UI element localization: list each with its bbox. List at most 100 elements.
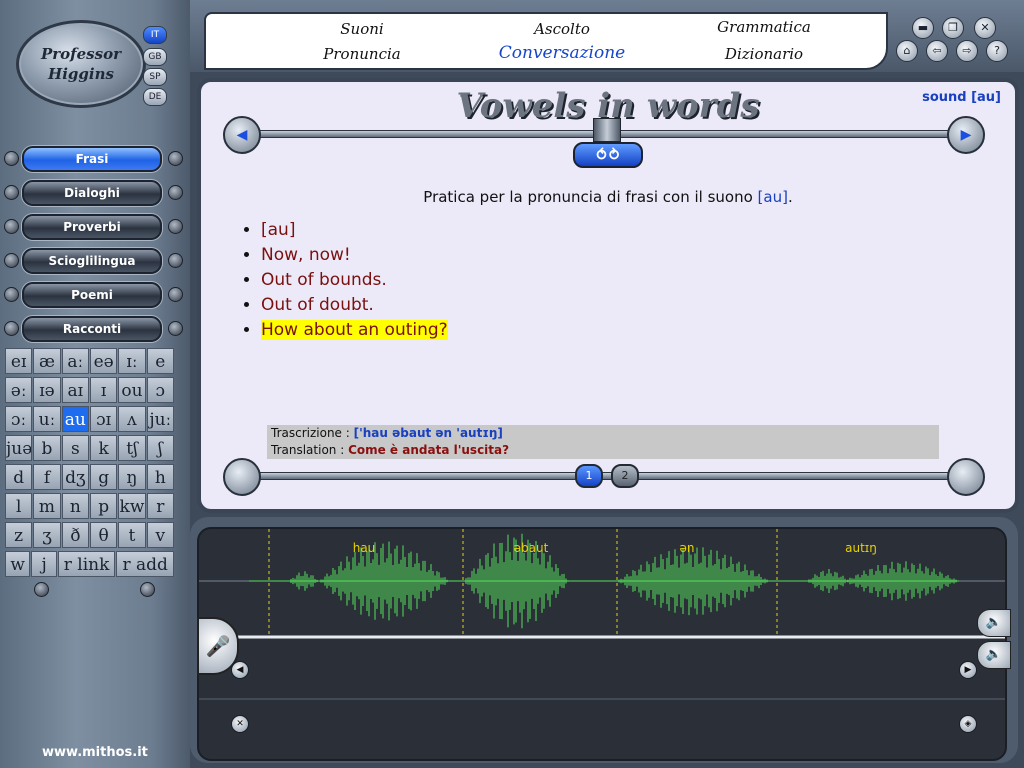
previous-arrow-icon[interactable]: ◀ bbox=[223, 116, 261, 154]
menu-suoni[interactable]: Suoni bbox=[340, 20, 383, 38]
zoom-in-icon[interactable]: ◈ bbox=[959, 715, 977, 733]
list-item[interactable]: Out of bounds. bbox=[261, 268, 448, 293]
phoneme-button[interactable]: ɪː bbox=[118, 348, 146, 374]
phoneme-row: eɪ æ aː eə ɪː e bbox=[5, 348, 175, 374]
screw-icon bbox=[4, 151, 19, 166]
list-item[interactable]: Now, now! bbox=[261, 243, 448, 268]
phoneme-button[interactable]: eə bbox=[89, 348, 118, 374]
phoneme-button[interactable]: h bbox=[146, 464, 174, 490]
logo-line-2: Higgins bbox=[48, 65, 114, 83]
phoneme-button[interactable]: k bbox=[89, 435, 118, 461]
phoneme-row: ɔː uː au ɔɪ ʌ juː bbox=[5, 406, 175, 432]
forward-icon[interactable]: ⇨ bbox=[956, 40, 978, 62]
phoneme-button[interactable]: g bbox=[89, 464, 118, 490]
phoneme-button[interactable]: dʒ bbox=[61, 464, 89, 490]
phoneme-button[interactable]: uː bbox=[33, 406, 61, 432]
zoom-out-icon[interactable]: ✕ bbox=[231, 715, 249, 733]
phoneme-button[interactable]: r bbox=[146, 493, 174, 519]
phoneme-button[interactable]: əː bbox=[5, 377, 33, 403]
scroll-left-icon[interactable]: ◀ bbox=[231, 661, 249, 679]
phoneme-button[interactable]: z bbox=[5, 522, 33, 548]
phoneme-button[interactable]: kw bbox=[118, 493, 146, 519]
left-round-button[interactable]: ● bbox=[223, 458, 261, 496]
phoneme-button[interactable]: e bbox=[146, 348, 174, 374]
list-item[interactable]: Out of doubt. bbox=[261, 293, 448, 318]
help-icon[interactable]: ? bbox=[986, 40, 1008, 62]
phoneme-button[interactable]: ɔɪ bbox=[89, 406, 118, 432]
phoneme-button[interactable]: θ bbox=[89, 522, 118, 548]
phoneme-button[interactable]: n bbox=[61, 493, 89, 519]
phoneme-button[interactable]: p bbox=[89, 493, 118, 519]
phoneme-button[interactable]: juː bbox=[146, 406, 174, 432]
home-icon[interactable]: ⌂ bbox=[896, 40, 918, 62]
phoneme-button[interactable]: ð bbox=[61, 522, 89, 548]
language-de-button[interactable]: DE bbox=[143, 88, 167, 106]
menu-ascolto[interactable]: Ascolto bbox=[534, 20, 590, 38]
minimize-icon[interactable]: ▬ bbox=[912, 17, 934, 39]
next-arrow-icon[interactable]: ▶ bbox=[947, 116, 985, 154]
phoneme-button[interactable]: m bbox=[33, 493, 61, 519]
menu-pronuncia[interactable]: Pronuncia bbox=[323, 45, 400, 63]
phoneme-button[interactable]: ou bbox=[118, 377, 146, 403]
list-item-selected[interactable]: How about an outing? bbox=[261, 318, 448, 343]
phoneme-button[interactable]: r link bbox=[57, 551, 116, 577]
phoneme-button[interactable]: ɪə bbox=[33, 377, 61, 403]
phoneme-button[interactable]: b bbox=[33, 435, 61, 461]
phoneme-button[interactable]: t bbox=[118, 522, 146, 548]
close-icon[interactable]: ✕ bbox=[974, 17, 996, 39]
phoneme-button[interactable]: juə bbox=[5, 435, 33, 461]
restore-icon[interactable]: ❐ bbox=[942, 17, 964, 39]
phoneme-button[interactable]: ʌ bbox=[118, 406, 146, 432]
slider-handle[interactable] bbox=[593, 118, 621, 142]
phoneme-button[interactable]: ɔː bbox=[5, 406, 33, 432]
nav-dialoghi-button[interactable]: Dialoghi bbox=[22, 180, 162, 206]
page-2-button[interactable]: 2 bbox=[611, 464, 639, 488]
phoneme-button[interactable]: aɪ bbox=[61, 377, 89, 403]
phoneme-button[interactable]: æ bbox=[33, 348, 61, 374]
list-item[interactable]: [au] bbox=[261, 218, 448, 243]
phoneme-button[interactable]: f bbox=[33, 464, 61, 490]
phoneme-button[interactable]: r add bbox=[116, 551, 174, 577]
back-icon[interactable]: ⇦ bbox=[926, 40, 948, 62]
nav-row-frasi: Frasi bbox=[2, 145, 185, 172]
phoneme-button[interactable]: v bbox=[146, 522, 174, 548]
phoneme-button[interactable]: ɔ bbox=[146, 377, 174, 403]
phoneme-button[interactable]: ʃ bbox=[146, 435, 174, 461]
screw-icon bbox=[4, 185, 19, 200]
speaker-icon[interactable]: 🔈 bbox=[977, 641, 1011, 669]
phoneme-button[interactable]: ʒ bbox=[33, 522, 61, 548]
scroll-right-icon[interactable]: ▶ bbox=[959, 661, 977, 679]
phoneme-button[interactable]: l bbox=[5, 493, 33, 519]
phoneme-button[interactable]: eɪ bbox=[5, 348, 33, 374]
menu-grammatica[interactable]: Grammatica bbox=[717, 18, 811, 36]
menu-conversazione[interactable]: Conversazione bbox=[499, 43, 625, 63]
phoneme-button[interactable]: aː bbox=[61, 348, 89, 374]
website-link[interactable]: www.mithos.it bbox=[42, 745, 148, 760]
page-1-button[interactable]: 1 bbox=[575, 464, 603, 488]
nav-racconti-button[interactable]: Racconti bbox=[22, 316, 162, 342]
nav-poemi-button[interactable]: Poemi bbox=[22, 282, 162, 308]
language-sp-button[interactable]: SP bbox=[143, 68, 167, 86]
phoneme-button[interactable]: d bbox=[5, 464, 33, 490]
phoneme-button[interactable]: ŋ bbox=[118, 464, 146, 490]
nav-frasi-button[interactable]: Frasi bbox=[22, 146, 162, 172]
waveform-graph bbox=[199, 529, 1005, 700]
phoneme-button[interactable]: w bbox=[5, 551, 31, 577]
language-it-button[interactable]: IT bbox=[143, 26, 167, 44]
nav-proverbi-button[interactable]: Proverbi bbox=[22, 214, 162, 240]
phoneme-row: w j r link r add bbox=[5, 551, 175, 577]
menu-dizionario[interactable]: Dizionario bbox=[725, 45, 803, 63]
phoneme-button[interactable]: ɪ bbox=[89, 377, 118, 403]
phoneme-button[interactable]: j bbox=[31, 551, 57, 577]
speaker-icon[interactable]: 🔈 bbox=[977, 609, 1011, 637]
logo-line-1: Professor bbox=[41, 45, 121, 63]
phoneme-button[interactable]: s bbox=[61, 435, 89, 461]
nav-row-scioglilingua: Scioglilingua bbox=[2, 247, 185, 274]
nav-scioglilingua-button[interactable]: Scioglilingua bbox=[22, 248, 162, 274]
repeat-button[interactable]: ⥀⥁ bbox=[573, 142, 643, 168]
transcription-value: ['hau əbaut ən 'autɪŋ] bbox=[353, 426, 503, 440]
phoneme-button-selected[interactable]: au bbox=[61, 406, 89, 432]
phoneme-button[interactable]: tʃ bbox=[118, 435, 146, 461]
right-round-button[interactable]: ● bbox=[947, 458, 985, 496]
language-gb-button[interactable]: GB bbox=[143, 48, 167, 66]
